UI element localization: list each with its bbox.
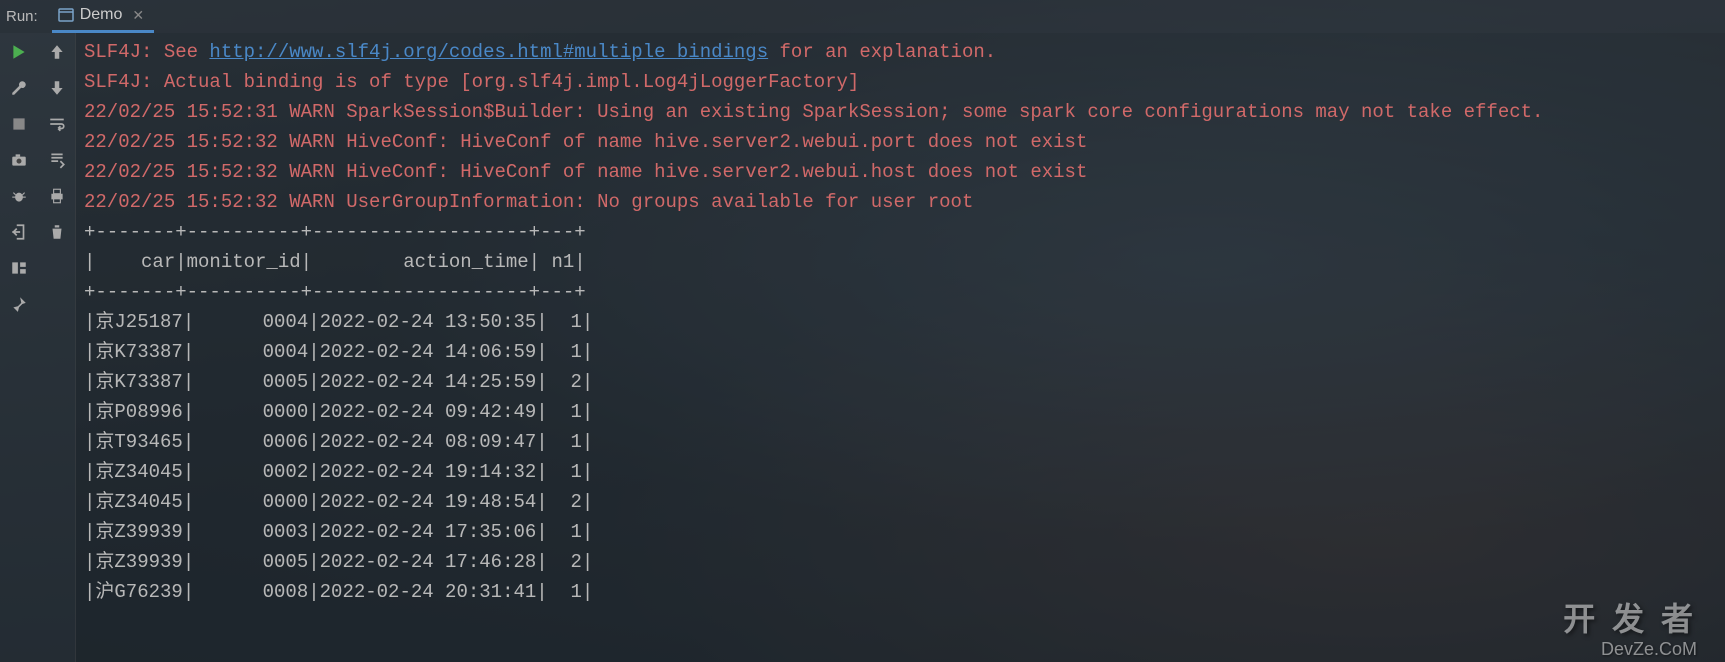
log-line: 22/02/25 15:52:32 WARN HiveConf: HiveCon… <box>84 161 1087 183</box>
table-row: |沪G76239| 0008|2022-02-24 20:31:41| 1| <box>84 581 593 603</box>
watermark-text: 开 发 者 <box>1563 594 1697 640</box>
soft-wrap-icon[interactable] <box>46 113 68 135</box>
arrow-up-icon[interactable] <box>46 41 68 63</box>
application-icon <box>58 7 74 23</box>
stop-icon[interactable] <box>8 113 30 135</box>
table-row: |京Z39939| 0005|2022-02-24 17:46:28| 2| <box>84 551 593 573</box>
table-border: +-------+----------+-------------------+… <box>84 221 586 243</box>
log-line: SLF4J: See <box>84 41 209 63</box>
camera-icon[interactable] <box>8 149 30 171</box>
log-line: 22/02/25 15:52:31 WARN SparkSession$Buil… <box>84 101 1543 123</box>
left-toolbar-2 <box>38 33 76 662</box>
table-row: |京Z39939| 0003|2022-02-24 17:35:06| 1| <box>84 521 593 543</box>
watermark-subtext: DevZe.CoM <box>1601 639 1697 660</box>
close-icon[interactable]: ✕ <box>132 7 144 24</box>
table-row: |京Z34045| 0002|2022-02-24 19:14:32| 1| <box>84 461 593 483</box>
run-tab-demo[interactable]: Demo ✕ <box>52 0 154 33</box>
log-link[interactable]: http://www.slf4j.org/codes.html#multiple… <box>209 41 768 63</box>
bug-icon[interactable] <box>8 185 30 207</box>
wrench-icon[interactable] <box>8 77 30 99</box>
layout-icon[interactable] <box>8 257 30 279</box>
run-icon[interactable] <box>8 41 30 63</box>
arrow-down-icon[interactable] <box>46 77 68 99</box>
exit-icon[interactable] <box>8 221 30 243</box>
table-row: |京P08996| 0000|2022-02-24 09:42:49| 1| <box>84 401 593 423</box>
table-row: |京J25187| 0004|2022-02-24 13:50:35| 1| <box>84 311 593 333</box>
tab-label: Demo <box>80 6 123 24</box>
scroll-to-end-icon[interactable] <box>46 149 68 171</box>
log-line: SLF4J: Actual binding is of type [org.sl… <box>84 71 859 93</box>
table-row: |京K73387| 0005|2022-02-24 14:25:59| 2| <box>84 371 593 393</box>
print-icon[interactable] <box>46 185 68 207</box>
run-tool-window-body: SLF4J: See http://www.slf4j.org/codes.ht… <box>0 33 1725 662</box>
table-border: +-------+----------+-------------------+… <box>84 281 586 303</box>
left-toolbar-1 <box>0 33 38 662</box>
run-label: Run: <box>6 8 38 25</box>
log-line: for an explanation. <box>768 41 996 63</box>
log-line: 22/02/25 15:52:32 WARN UserGroupInformat… <box>84 191 973 213</box>
log-line: 22/02/25 15:52:32 WARN HiveConf: HiveCon… <box>84 131 1087 153</box>
table-header: | car|monitor_id| action_time| n1| <box>84 251 586 273</box>
pin-icon[interactable] <box>8 293 30 315</box>
table-row: |京Z34045| 0000|2022-02-24 19:48:54| 2| <box>84 491 593 513</box>
run-tool-window-header: Run: Demo ✕ <box>0 0 1725 33</box>
table-row: |京K73387| 0004|2022-02-24 14:06:59| 1| <box>84 341 593 363</box>
table-row: |京T93465| 0006|2022-02-24 08:09:47| 1| <box>84 431 593 453</box>
trash-icon[interactable] <box>46 221 68 243</box>
console-output[interactable]: SLF4J: See http://www.slf4j.org/codes.ht… <box>76 33 1725 662</box>
